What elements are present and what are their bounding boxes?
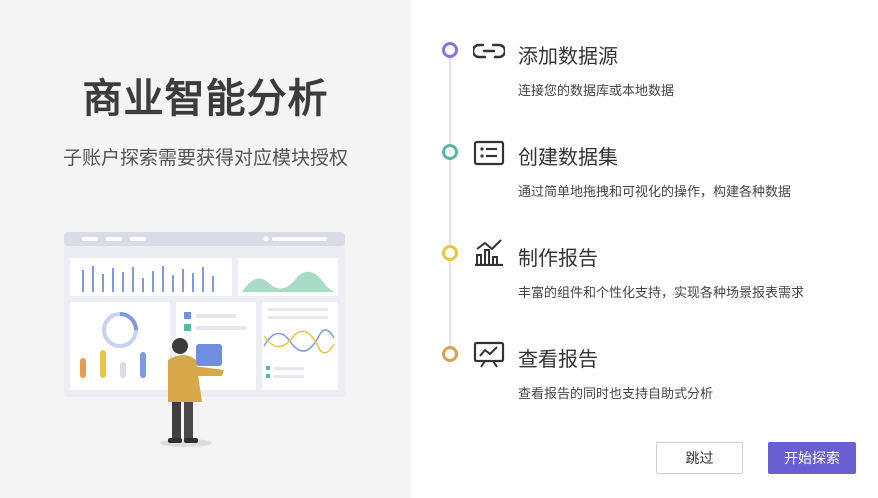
presentation-chart-icon <box>473 341 505 368</box>
list-card-icon <box>473 140 505 166</box>
timeline-line <box>449 57 451 347</box>
step-2-desc: 通过简单地拖拽和可视化的操作，构建各种数据 <box>518 184 792 199</box>
dashboard-illustration <box>64 232 345 447</box>
step-3-desc: 丰富的组件和个性化支持，实现各种场景报表需求 <box>518 285 805 300</box>
step-1-title: 添加数据源 <box>518 46 618 68</box>
start-explore-button[interactable]: 开始探索 <box>768 442 856 474</box>
steps-panel: 添加数据源 连接您的数据库或本地数据 创建数据集 通过简单地拖拽和可视化的操作，… <box>411 0 878 498</box>
step-3-dot <box>442 245 458 261</box>
step-2-title: 创建数据集 <box>518 147 618 169</box>
step-4-title: 查看报告 <box>518 349 598 371</box>
intro-panel: 商业智能分析 子账户探索需要获得对应模块授权 <box>0 0 411 498</box>
step-3-title: 制作报告 <box>518 248 598 270</box>
step-4-desc: 查看报告的同时也支持自助式分析 <box>518 386 714 401</box>
link-icon <box>473 43 505 59</box>
step-2-dot <box>442 144 458 160</box>
skip-button[interactable]: 跳过 <box>656 442 743 474</box>
step-4-dot <box>442 346 458 362</box>
step-1-dot <box>442 42 458 58</box>
page-title: 商业智能分析 <box>82 77 329 121</box>
page-subtitle: 子账户探索需要获得对应模块授权 <box>62 148 348 169</box>
step-1-desc: 连接您的数据库或本地数据 <box>518 83 675 98</box>
bar-chart-trend-icon <box>475 239 503 266</box>
